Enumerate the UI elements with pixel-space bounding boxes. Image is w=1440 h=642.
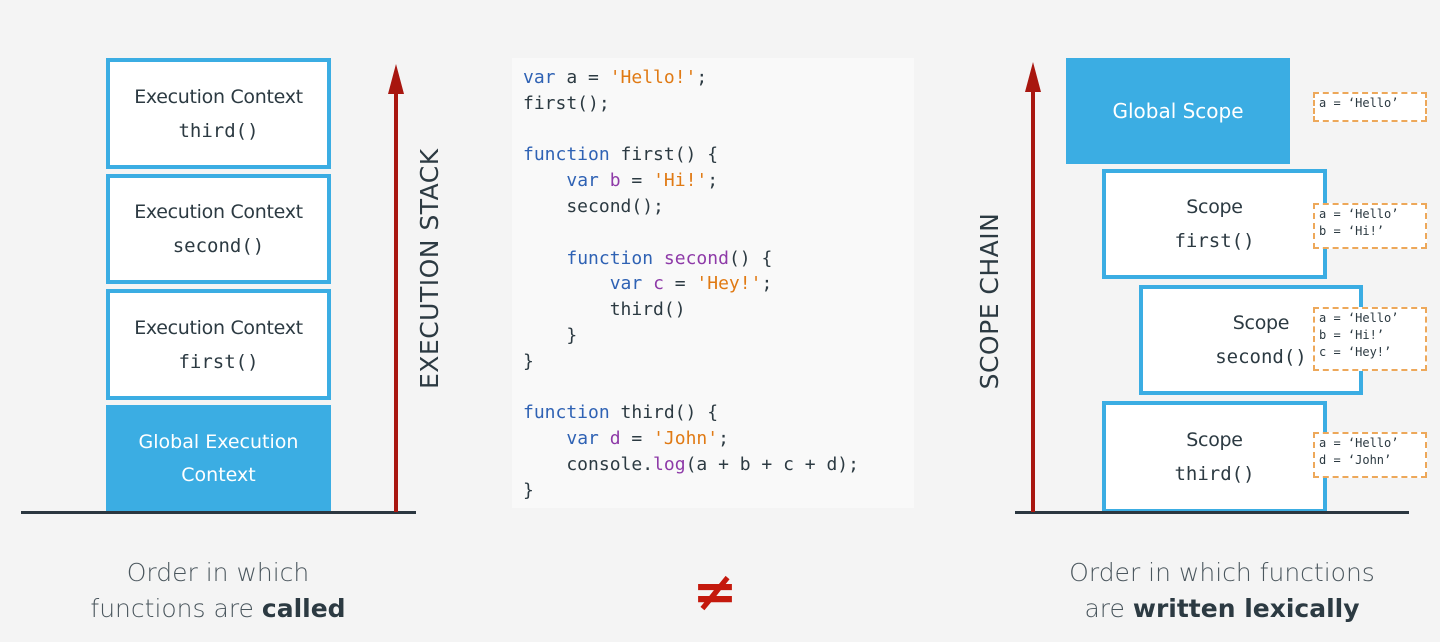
context-function: second() — [172, 235, 265, 257]
stack-arrow-shaft — [394, 90, 398, 512]
code-text: } — [523, 325, 578, 346]
scope-function: second() — [1215, 346, 1307, 368]
global-scope-title: Global Scope — [1112, 98, 1244, 123]
code-line: var a = 'Hello!'; — [523, 65, 707, 91]
code-string: 'Hey!' — [696, 273, 762, 295]
global-context-line1: Global Execution — [138, 431, 299, 453]
code-keyword: var — [523, 67, 556, 88]
caption-line1: Order in which — [126, 558, 310, 587]
execution-context-second: Execution Context second() — [106, 174, 331, 284]
caption-line2: functions are — [90, 594, 262, 623]
scope-arrow-shaft — [1031, 88, 1035, 512]
execution-context-third: Execution Context third() — [106, 58, 331, 169]
scope-function: first() — [1174, 230, 1255, 252]
global-scope-variables: a = ‘Hello’ — [1313, 92, 1427, 122]
context-title: Execution Context — [134, 201, 303, 223]
code-keyword: function — [523, 402, 610, 424]
scope-function: third() — [1174, 463, 1255, 485]
code-text: ; — [707, 170, 719, 192]
code-text: ; — [696, 67, 708, 88]
code-text: first(); — [523, 92, 610, 114]
code-text: () { — [728, 247, 773, 269]
scope-chain-caption: Order in which functions are written lex… — [1020, 555, 1424, 627]
code-keyword: var — [609, 273, 643, 295]
code-line: function third() { — [523, 400, 718, 426]
code-text: = — [620, 428, 654, 450]
scope-baseline — [1015, 511, 1409, 514]
code-line: console.log(a + b + c + d); — [523, 452, 859, 478]
context-title: Execution Context — [134, 85, 303, 108]
code-line: var c = 'Hey!'; — [523, 271, 773, 297]
code-line: third() — [523, 297, 686, 323]
scope-first-variables: a = ‘Hello’ b = ‘Hi!’ — [1313, 203, 1427, 249]
code-keyword: function — [566, 247, 654, 269]
execution-stack-label: EXECUTION STACK — [415, 148, 444, 389]
code-identifier: b — [609, 170, 621, 192]
scope-third-variables: a = ‘Hello’ d = ‘John’ — [1313, 432, 1427, 478]
global-execution-context: Global Execution Context — [106, 405, 331, 513]
code-line: var b = 'Hi!'; — [523, 168, 718, 194]
code-text: console. — [523, 454, 654, 475]
code-string: 'Hi!' — [653, 170, 708, 192]
caption-line2: are — [1084, 594, 1133, 623]
caption-emphasis: written lexically — [1132, 594, 1360, 623]
context-title: Execution Context — [134, 316, 303, 339]
code-text: } — [523, 479, 534, 501]
code-text: ; — [718, 428, 729, 450]
code-line: } — [523, 349, 534, 375]
code-text: = — [663, 273, 697, 295]
caption-emphasis: called — [261, 594, 346, 623]
code-text: = — [620, 170, 654, 192]
code-text: (a + b + c + d); — [685, 454, 859, 475]
scope-title: Scope — [1186, 196, 1243, 218]
scope-title: Scope — [1186, 429, 1243, 451]
code-string: 'John' — [653, 428, 719, 450]
scope-title: Scope — [1232, 312, 1290, 334]
code-keyword: var — [566, 428, 599, 450]
code-line: var d = 'John'; — [523, 426, 729, 452]
global-scope: Global Scope — [1066, 58, 1290, 164]
code-line: } — [523, 323, 577, 349]
execution-stack-caption: Order in which functions are called — [60, 555, 376, 627]
code-identifier: d — [609, 428, 621, 450]
scope-chain-label: SCOPE CHAIN — [975, 212, 1004, 390]
code-identifier: second — [663, 247, 729, 269]
context-function: third() — [178, 119, 259, 142]
code-text: a = — [555, 67, 610, 88]
code-keyword: var — [566, 170, 599, 192]
stack-baseline — [21, 511, 416, 514]
scope-first: Scope first() — [1102, 169, 1327, 279]
code-identifier: log — [653, 454, 686, 475]
execution-context-first: Execution Context first() — [106, 289, 331, 400]
code-line: second(); — [523, 194, 664, 220]
global-context-line2: Context — [181, 464, 256, 486]
code-keyword: function — [523, 144, 610, 166]
code-text: second(); — [523, 196, 664, 217]
scope-second-variables: a = ‘Hello’ b = ‘Hi!’ c = ‘Hey!’ — [1313, 307, 1427, 371]
code-string: 'Hello!' — [609, 67, 697, 88]
context-function: first() — [178, 350, 259, 373]
not-equal-icon: ≠ — [692, 560, 738, 623]
code-text: } — [523, 350, 534, 372]
code-identifier: c — [653, 273, 664, 295]
code-line: } — [523, 478, 534, 504]
code-text: first() { — [609, 144, 719, 166]
code-text: third() — [523, 299, 686, 321]
code-line: function first() { — [523, 142, 718, 168]
code-text: third() { — [609, 402, 719, 424]
caption-line1: Order in which functions — [1069, 558, 1375, 587]
code-line: first(); — [523, 91, 610, 117]
scope-third: Scope third() — [1102, 401, 1327, 513]
code-line: function second() { — [523, 246, 772, 272]
code-text: ; — [761, 273, 773, 295]
code-snippet: var a = 'Hello!'; first(); function first(… — [512, 58, 914, 508]
